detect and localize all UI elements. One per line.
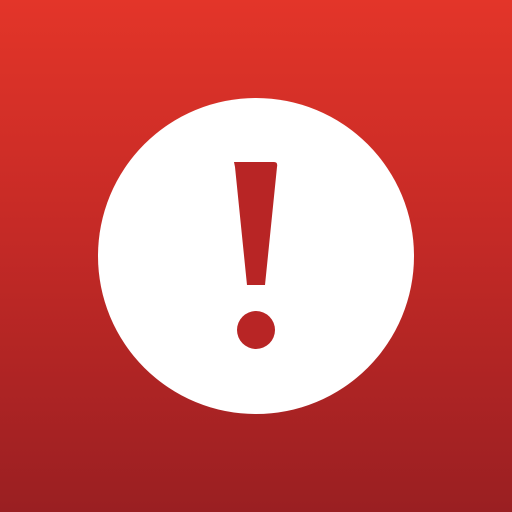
alert-icon bbox=[98, 98, 414, 414]
exclamation-dot bbox=[237, 311, 275, 349]
app-icon-background bbox=[0, 0, 512, 512]
